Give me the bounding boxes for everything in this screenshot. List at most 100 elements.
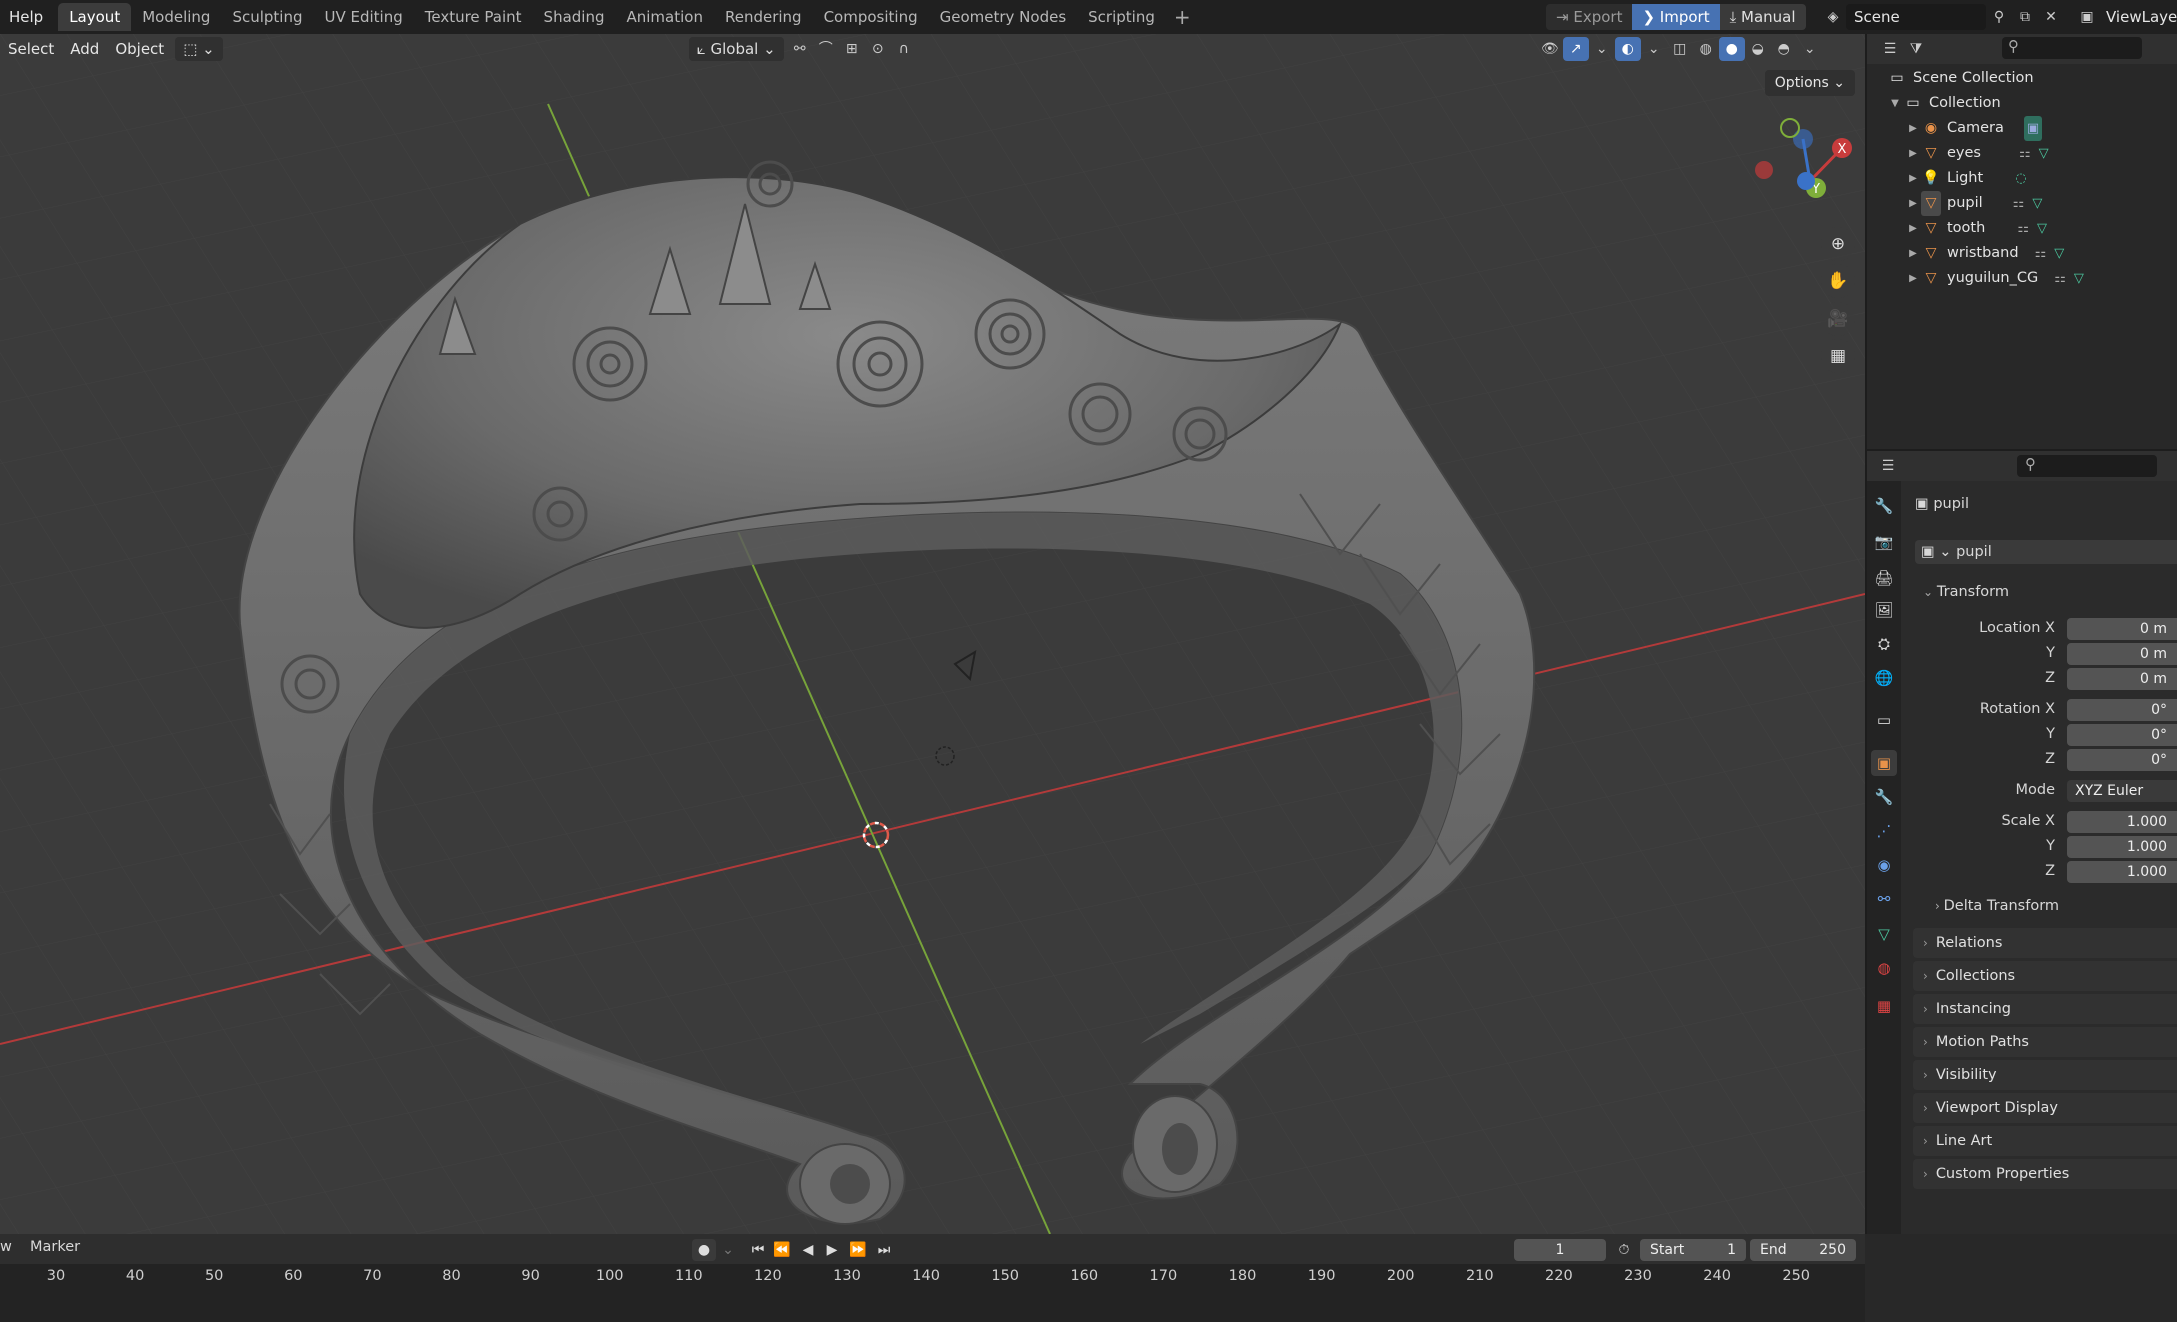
display-mode-icon[interactable]: ☰: [1877, 37, 1903, 61]
relations-panel[interactable]: › Relations: [1913, 928, 2177, 958]
scale-x-field[interactable]: 1.000: [2067, 811, 2177, 833]
chevron-down-icon[interactable]: ⌄: [1797, 37, 1823, 61]
gizmo-neg-x-handle[interactable]: [1755, 161, 1773, 179]
viewport-canvas[interactable]: X Y: [0, 34, 1865, 1234]
outliner-item-wristband[interactable]: ▶ ▽ wristband ⚏ ▽: [1867, 241, 2177, 266]
snap-target-icon[interactable]: ⊞: [839, 37, 865, 61]
delta-transform-subpanel[interactable]: › Delta Transform: [1935, 898, 2059, 914]
expand-arrow-icon[interactable]: ▶: [1905, 241, 1921, 266]
play-reverse-icon[interactable]: ◀: [796, 1239, 820, 1261]
pivot-point-icon[interactable]: ⚯: [787, 37, 813, 61]
tool-tab-icon[interactable]: 🔧: [1871, 493, 1897, 519]
falloff-icon[interactable]: ∩: [891, 37, 917, 61]
output-tab-icon[interactable]: 🖨: [1871, 565, 1897, 591]
light-data-icon[interactable]: ◌: [2015, 166, 2026, 191]
outliner-item-yuguilun-cg[interactable]: ▶ ▽ yuguilun_CG ⚏ ▽: [1867, 266, 2177, 291]
constraints-tab-icon[interactable]: ⚯: [1871, 886, 1897, 912]
scene-collection-row[interactable]: ▭ Scene Collection: [1867, 66, 2177, 91]
collection-row[interactable]: ▼ ▭ Collection: [1867, 91, 2177, 116]
scale-z-field[interactable]: 1.000: [2067, 861, 2177, 883]
location-x-field[interactable]: 0 m: [2067, 618, 2177, 640]
tab-geometry-nodes[interactable]: Geometry Nodes: [929, 3, 1078, 31]
mesh-data-icon[interactable]: ▽: [2039, 141, 2049, 166]
outliner-item-light[interactable]: ▶ 💡 Light ◌: [1867, 166, 2177, 191]
location-z-field[interactable]: 0 m: [2067, 668, 2177, 690]
jump-to-keyframe-back-icon[interactable]: ⏪: [770, 1239, 794, 1261]
camera-data-icon[interactable]: ▣: [2023, 116, 2043, 141]
texture-tab-icon[interactable]: ▦: [1871, 993, 1897, 1019]
proportional-edit-icon[interactable]: ⊙: [865, 37, 891, 61]
rotation-z-field[interactable]: 0°: [2067, 749, 2177, 771]
help-menu[interactable]: Help: [0, 4, 52, 30]
material-tab-icon[interactable]: ◍: [1871, 955, 1897, 981]
tab-animation[interactable]: Animation: [615, 3, 713, 31]
tab-scripting[interactable]: Scripting: [1077, 3, 1166, 31]
outliner-item-eyes[interactable]: ▶ ▽ eyes ⚏ ▽: [1867, 141, 2177, 166]
delete-scene-icon[interactable]: ✕: [2038, 5, 2064, 29]
marker-menu[interactable]: Marker: [30, 1239, 80, 1255]
jump-to-keyframe-forward-icon[interactable]: ⏩: [846, 1239, 870, 1261]
physics-tab-icon[interactable]: ◉: [1871, 852, 1897, 878]
add-workspace-button[interactable]: +: [1166, 5, 1199, 29]
gizmo-toggle-icon[interactable]: ↗: [1562, 37, 1589, 61]
tab-texture-paint[interactable]: Texture Paint: [414, 3, 533, 31]
expand-arrow-icon[interactable]: ▶: [1905, 216, 1921, 241]
collapse-arrow-icon[interactable]: ▼: [1887, 91, 1903, 116]
scene-selector-icon[interactable]: ◈: [1820, 5, 1846, 29]
stopwatch-icon[interactable]: ⏱: [1612, 1239, 1636, 1261]
properties-search-input[interactable]: ⚲: [2017, 455, 2157, 477]
expand-arrow-icon[interactable]: ▶: [1905, 166, 1921, 191]
tab-layout[interactable]: Layout: [58, 3, 132, 31]
chevron-down-icon[interactable]: ⌄: [716, 1239, 740, 1261]
gizmo-z-handle[interactable]: [1793, 129, 1813, 149]
rendered-shading-icon[interactable]: ◓: [1771, 37, 1797, 61]
tab-compositing[interactable]: Compositing: [813, 3, 929, 31]
jump-to-start-icon[interactable]: ⏮: [746, 1239, 770, 1261]
collection-tab-icon[interactable]: ▭: [1871, 707, 1897, 733]
expand-arrow-icon[interactable]: ▶: [1905, 116, 1921, 141]
particles-tab-icon[interactable]: ⋰: [1871, 818, 1897, 844]
custom-properties-panel[interactable]: › Custom Properties: [1913, 1159, 2177, 1189]
import-button[interactable]: ❯ Import: [1632, 4, 1720, 30]
gizmo-neg-z-handle[interactable]: [1797, 172, 1815, 190]
modifier-tab-icon[interactable]: 🔧: [1871, 784, 1897, 810]
scale-y-field[interactable]: 1.000: [2067, 836, 2177, 858]
export-button[interactable]: ⇥ Export: [1546, 4, 1633, 30]
object-mode-dropdown[interactable]: ⬚ ⌄: [175, 37, 223, 61]
options-dropdown[interactable]: Options ⌄: [1764, 70, 1855, 96]
rotation-mode-dropdown[interactable]: XYZ Euler: [2067, 780, 2177, 802]
location-y-field[interactable]: 0 m: [2067, 643, 2177, 665]
modifier-icon[interactable]: ⚏: [2054, 266, 2066, 291]
auto-keying-icon[interactable]: ●: [692, 1239, 716, 1261]
overlays-icon[interactable]: ◐: [1614, 37, 1641, 61]
tab-modeling[interactable]: Modeling: [131, 3, 221, 31]
motion-paths-panel[interactable]: › Motion Paths: [1913, 1027, 2177, 1057]
transform-panel-header[interactable]: ⌄ Transform: [1913, 578, 2177, 606]
object-menu[interactable]: Object: [107, 36, 172, 62]
instancing-panel[interactable]: › Instancing: [1913, 994, 2177, 1024]
end-frame-field[interactable]: End 250: [1750, 1239, 1856, 1261]
perspective-grid-icon[interactable]: ▦: [1821, 339, 1855, 373]
pan-hand-icon[interactable]: ✋: [1821, 264, 1855, 298]
object-name-field[interactable]: ▣ ⌄ pupil: [1915, 540, 2177, 564]
outliner-item-pupil[interactable]: ▶ ▽ pupil ⚏ ▽: [1867, 191, 2177, 216]
material-shading-icon[interactable]: ◒: [1745, 37, 1771, 61]
view-layer-name[interactable]: ViewLayer: [2100, 8, 2177, 26]
pin-icon[interactable]: ⚲: [1986, 5, 2012, 29]
rotation-x-field[interactable]: 0°: [2067, 699, 2177, 721]
expand-arrow-icon[interactable]: ▶: [1905, 191, 1921, 216]
mesh-data-icon[interactable]: ▽: [2037, 216, 2047, 241]
play-icon[interactable]: ▶: [820, 1239, 844, 1261]
view-layer-icon[interactable]: ▣: [2074, 5, 2100, 29]
snap-icon[interactable]: ⌒: [813, 37, 839, 61]
world-tab-icon[interactable]: 🌐: [1871, 665, 1897, 691]
add-menu[interactable]: Add: [62, 36, 107, 62]
solid-shading-icon[interactable]: ●: [1718, 37, 1745, 61]
object-tab-icon[interactable]: ▣: [1871, 750, 1897, 776]
transform-orientation-dropdown[interactable]: ⟀ Global ⌄: [688, 37, 784, 61]
modifier-icon[interactable]: ⚏: [2035, 241, 2047, 266]
data-tab-icon[interactable]: ▽: [1871, 921, 1897, 947]
editor-type-icon[interactable]: ☰: [1875, 454, 1901, 478]
expand-arrow-icon[interactable]: ▶: [1905, 141, 1921, 166]
viewport-display-panel[interactable]: › Viewport Display: [1913, 1093, 2177, 1123]
